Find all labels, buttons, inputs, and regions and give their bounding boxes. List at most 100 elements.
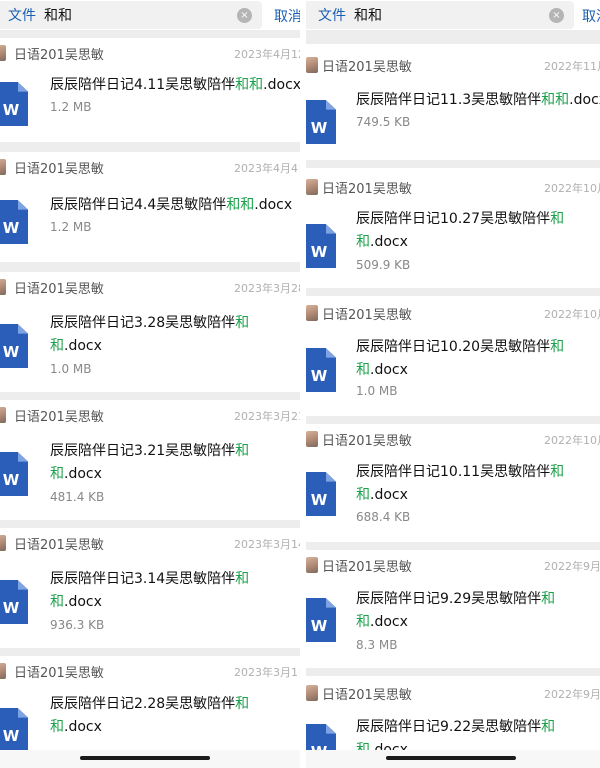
file-size: 1.0 MB (50, 362, 92, 376)
word-doc-icon: W (306, 100, 336, 144)
search-bar: 文件 和和 × 取消 (0, 0, 300, 30)
avatar (306, 179, 318, 195)
file-name: 辰辰陪伴日记3.14吴思敏陪伴和 和.docx (50, 571, 250, 610)
search-input[interactable]: 文件 和和 × (0, 1, 262, 29)
avatar (306, 557, 318, 573)
clear-icon[interactable]: × (549, 8, 564, 23)
timestamp: 2022年9月22日 (544, 688, 600, 701)
file-size: 936.3 KB (50, 618, 105, 632)
word-doc-icon: W (306, 598, 336, 642)
avatar (0, 159, 6, 175)
word-doc-icon: W (0, 324, 28, 368)
file-result-item[interactable]: 日语201吴思敏 2022年10月20日 W 辰辰陪伴日记10.20吴思敏陪伴和… (306, 296, 600, 416)
result-header: 日语201吴思敏 2023年4月4日 (0, 158, 300, 178)
result-header: 日语201吴思敏 2023年3月1日 (0, 662, 300, 682)
sender-name: 日语201吴思敏 (14, 282, 104, 297)
sender-name: 日语201吴思敏 (14, 666, 104, 681)
search-query[interactable]: 和和 (354, 5, 382, 25)
avatar (0, 535, 6, 551)
sender-name: 日语201吴思敏 (14, 410, 104, 425)
file-name: 辰辰陪伴日记10.11吴思敏陪伴和 和.docx (356, 464, 565, 503)
search-bar: 文件 和和 × 取消 (306, 0, 600, 30)
left-results-panel: 文件 和和 × 取消 日语201吴思敏 2023年4月12日 W 辰辰陪伴日记4… (0, 0, 300, 768)
search-category-tag[interactable]: 文件 (318, 5, 346, 25)
result-header: 日语201吴思敏 2023年3月21日 (0, 406, 300, 426)
file-size: 1.2 MB (50, 100, 92, 114)
timestamp: 2023年4月12日 (234, 48, 300, 61)
avatar (306, 685, 318, 701)
clear-icon[interactable]: × (237, 8, 252, 23)
result-header: 日语201吴思敏 2022年9月22日 (306, 684, 600, 704)
search-query[interactable]: 和和 (44, 5, 72, 25)
word-doc-icon: W (306, 224, 336, 268)
timestamp: 2023年4月4日 (234, 162, 300, 175)
search-input[interactable]: 文件 和和 × (306, 1, 574, 29)
avatar (306, 305, 318, 321)
file-result-item[interactable]: 日语201吴思敏 2022年9月29日 W 辰辰陪伴日记9.29吴思敏陪伴和和.… (306, 550, 600, 668)
cancel-button[interactable]: 取消 (582, 6, 600, 26)
word-doc-icon: W (0, 82, 28, 126)
sender-name: 日语201吴思敏 (322, 434, 412, 449)
file-name: 辰辰陪伴日记10.27吴思敏陪伴和 和.docx (356, 211, 565, 250)
file-result-item[interactable]: 日语201吴思敏 2023年3月14日 W 辰辰陪伴日记3.14吴思敏陪伴和和.… (0, 528, 300, 648)
timestamp: 2023年3月1日 (234, 666, 300, 679)
file-size: 1.0 MB (356, 384, 398, 398)
sender-name: 日语201吴思敏 (14, 162, 104, 177)
file-result-item[interactable]: 日语201吴思敏 2022年10月11日 W 辰辰陪伴日记10.11吴思敏陪伴和… (306, 424, 600, 542)
right-results-panel: 文件 和和 × 取消 日语201吴思敏 2022年11月6日 W 辰辰陪伴日记1… (306, 0, 600, 768)
file-name: 辰辰陪伴日记4.4吴思敏陪伴和和.docx (50, 197, 293, 213)
sender-name: 日语201吴思敏 (322, 688, 412, 703)
word-doc-icon: W (0, 708, 28, 752)
file-size: 481.4 KB (50, 490, 105, 504)
timestamp: 2023年3月14日 (234, 538, 300, 551)
file-name: 辰辰陪伴日记3.21吴思敏陪伴和 和.docx (50, 443, 250, 482)
timestamp: 2023年3月21日 (234, 410, 300, 423)
file-name: 辰辰陪伴日记10.20吴思敏陪伴和 和.docx (356, 339, 565, 378)
file-result-item[interactable]: 日语201吴思敏 2023年3月21日 W 辰辰陪伴日记3.21吴思敏陪伴和和.… (0, 400, 300, 520)
timestamp: 2022年10月27日 (544, 182, 600, 195)
avatar (0, 45, 6, 61)
word-doc-icon: W (0, 580, 28, 624)
search-category-tag[interactable]: 文件 (8, 5, 36, 25)
word-doc-icon: W (306, 472, 336, 516)
sender-name: 日语201吴思敏 (14, 48, 104, 63)
result-header: 日语201吴思敏 2022年10月20日 (306, 304, 600, 324)
file-result-item[interactable]: 日语201吴思敏 2022年10月27日 W 辰辰陪伴日记10.27吴思敏陪伴和… (306, 168, 600, 288)
file-result-item[interactable]: 日语201吴思敏 2023年4月12日 W 辰辰陪伴日记4.11吴思敏陪伴和和.… (0, 38, 300, 142)
sender-name: 日语201吴思敏 (14, 538, 104, 553)
file-size: 8.3 MB (356, 638, 398, 652)
file-result-item[interactable]: 日语201吴思敏 2023年3月28日 W 辰辰陪伴日记3.28吴思敏陪伴和和.… (0, 272, 300, 392)
result-header: 日语201吴思敏 2023年4月12日 (0, 44, 300, 64)
avatar (0, 279, 6, 295)
word-doc-icon: W (0, 200, 28, 244)
word-doc-icon: W (0, 452, 28, 496)
cancel-button[interactable]: 取消 (274, 6, 300, 26)
result-header: 日语201吴思敏 2022年10月27日 (306, 178, 600, 198)
result-header: 日语201吴思敏 2023年3月14日 (0, 534, 300, 554)
file-name: 辰辰陪伴日记4.11吴思敏陪伴和和.docx (50, 77, 300, 93)
result-header: 日语201吴思敏 2023年3月28日 (0, 278, 300, 298)
file-result-item[interactable]: 日语201吴思敏 2022年11月6日 W 辰辰陪伴日记11.3吴思敏陪伴和和.… (306, 44, 600, 160)
file-name: 辰辰陪伴日记2.28吴思敏陪伴和 和.docx (50, 696, 250, 735)
word-doc-icon: W (306, 348, 336, 392)
file-result-item[interactable]: 日语201吴思敏 2023年4月4日 W 辰辰陪伴日记4.4吴思敏陪伴和和.do… (0, 152, 300, 262)
sender-name: 日语201吴思敏 (322, 560, 412, 575)
file-size: 509.9 KB (356, 258, 411, 272)
home-indicator[interactable] (80, 756, 210, 760)
file-size: 1.2 MB (50, 220, 92, 234)
timestamp: 2022年11月6日 (544, 60, 600, 73)
sender-name: 日语201吴思敏 (322, 182, 412, 197)
timestamp: 2022年9月29日 (544, 560, 600, 573)
file-size: 749.5 KB (356, 115, 411, 129)
avatar (0, 663, 6, 679)
home-indicator[interactable] (386, 756, 516, 760)
result-header: 日语201吴思敏 2022年10月11日 (306, 430, 600, 450)
file-size: 688.4 KB (356, 510, 411, 524)
sender-name: 日语201吴思敏 (322, 60, 412, 75)
result-header: 日语201吴思敏 2022年11月6日 (306, 56, 600, 76)
file-name: 辰辰陪伴日记3.28吴思敏陪伴和 和.docx (50, 315, 250, 354)
avatar (0, 407, 6, 423)
result-header: 日语201吴思敏 2022年9月29日 (306, 556, 600, 576)
file-name: 辰辰陪伴日记11.3吴思敏陪伴和和.docx (356, 92, 600, 108)
sender-name: 日语201吴思敏 (322, 308, 412, 323)
